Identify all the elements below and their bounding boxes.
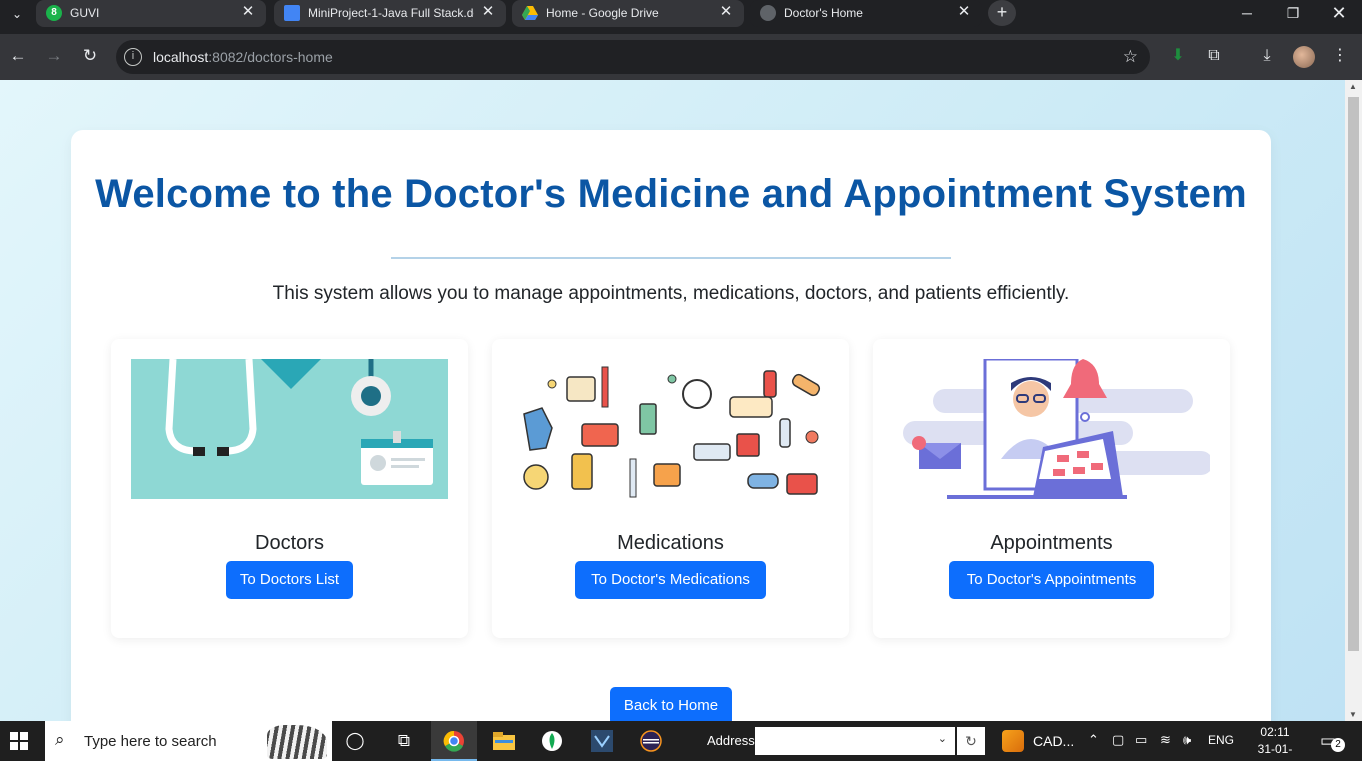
volume-icon[interactable]: 🕪 — [1183, 732, 1191, 748]
taskbar-search-box[interactable]: ⌕ Type here to search — [45, 721, 332, 761]
google-docs-icon — [284, 5, 300, 21]
cortana-icon[interactable]: ◯ — [332, 721, 378, 761]
taskbar-address-input[interactable]: ⌄ — [755, 727, 955, 755]
zebra-search-highlight-icon — [267, 725, 327, 759]
download-extension-icon[interactable]: ⬇ — [1167, 45, 1189, 67]
minimize-window-icon[interactable]: ─ — [1224, 0, 1270, 28]
appointments-card: Appointments To Doctor's Appointments — [873, 339, 1230, 638]
mongodb-compass-icon[interactable] — [529, 721, 575, 761]
new-tab-button[interactable]: + — [988, 0, 1016, 26]
stethoscope-illustration-icon — [131, 359, 448, 499]
system-clock[interactable]: 02:11 31-01-2025 — [1245, 724, 1305, 761]
tab-miniproject-doc[interactable]: MiniProject-1-Java Full Stack.do ✕ — [274, 0, 506, 27]
scrollbar-thumb[interactable] — [1348, 97, 1359, 651]
doctors-card: Doctors To Doctors List — [111, 339, 468, 638]
tab-guvi[interactable]: 8 GUVI ✕ — [36, 0, 266, 27]
main-container: Welcome to the Doctor's Medicine and App… — [71, 130, 1271, 721]
tab-title: MiniProject-1-Java Full Stack.do — [308, 6, 474, 20]
tab-title: GUVI — [70, 6, 100, 20]
address-refresh-icon[interactable]: ↻ — [957, 727, 985, 755]
chrome-taskbar-icon[interactable] — [431, 721, 477, 761]
file-explorer-icon[interactable] — [481, 721, 527, 761]
globe-icon — [760, 5, 776, 21]
back-to-home-button[interactable]: Back to Home — [610, 687, 732, 721]
tab-google-drive[interactable]: Home - Google Drive ✕ — [512, 0, 744, 27]
downloads-icon[interactable]: ⤓ — [1256, 45, 1278, 67]
browser-toolbar: ← → ↻ i localhost:8082/doctors-home ☆ ⬇ … — [0, 34, 1362, 80]
address-url[interactable]: localhost:8082/doctors-home — [153, 49, 333, 65]
doctor-calendar-illustration-icon — [893, 359, 1210, 499]
restore-window-icon[interactable]: ❐ — [1270, 0, 1316, 28]
language-indicator[interactable]: ENG — [1208, 733, 1234, 747]
appointments-heading: Appointments — [990, 532, 1113, 554]
to-doctors-list-button[interactable]: To Doctors List — [226, 561, 353, 599]
to-doctors-appointments-button[interactable]: To Doctor's Appointments — [949, 561, 1154, 599]
page-scrollbar[interactable]: ▲ ▼ — [1345, 80, 1362, 721]
title-divider — [391, 257, 951, 259]
medicine-pattern-illustration-icon — [512, 359, 829, 499]
google-drive-icon — [522, 5, 538, 21]
tab-title: Doctor's Home — [784, 6, 863, 20]
page-title: Welcome to the Doctor's Medicine and App… — [95, 172, 1247, 216]
extensions-puzzle-icon[interactable]: ⧉ — [1203, 45, 1225, 67]
page-viewport: Welcome to the Doctor's Medicine and App… — [0, 80, 1345, 721]
chevron-down-icon[interactable]: ⌄ — [938, 732, 947, 745]
url-host: localhost — [153, 49, 209, 65]
wifi-icon[interactable]: ≋ — [1160, 732, 1171, 748]
profile-avatar[interactable] — [1293, 46, 1315, 68]
to-doctors-medications-button[interactable]: To Doctor's Medications — [575, 561, 766, 599]
taskbar-address-label: Address — [707, 733, 755, 748]
windows-start-icon[interactable] — [10, 732, 28, 750]
notification-center-icon[interactable]: ▭ 2 — [1320, 731, 1345, 752]
tab-title: Home - Google Drive — [546, 6, 659, 20]
guvi-favicon-icon: 8 — [46, 5, 62, 21]
close-tab-icon[interactable]: ✕ — [718, 4, 734, 20]
clock-time: 02:11 — [1260, 725, 1290, 739]
bookmark-star-icon[interactable]: ☆ — [1123, 47, 1138, 67]
cad-app-label[interactable]: CAD... — [1033, 733, 1074, 749]
battery-icon[interactable]: ▭ — [1135, 732, 1147, 748]
meet-now-icon[interactable]: ▢ — [1112, 732, 1124, 748]
close-window-icon[interactable]: ✕ — [1316, 0, 1362, 28]
clock-date: 31-01-2025 — [1257, 742, 1293, 761]
show-hidden-icons-chevron-icon[interactable]: ⌃ — [1088, 732, 1099, 748]
windows-taskbar: ⌕ Type here to search ◯ ⧉ Address ⌄ ↻ CA… — [0, 721, 1362, 761]
forward-arrow-icon[interactable]: → — [42, 44, 66, 68]
eclipse-ide-icon[interactable] — [628, 721, 674, 761]
notification-count-badge: 2 — [1331, 738, 1345, 752]
page-subtitle: This system allows you to manage appoint… — [272, 283, 1070, 304]
scroll-down-arrow-icon[interactable]: ▼ — [1349, 710, 1357, 719]
close-tab-icon[interactable]: ✕ — [956, 4, 972, 20]
url-path: :8082/doctors-home — [208, 49, 333, 65]
medications-card: Medications To Doctor's Medications — [492, 339, 849, 638]
taskbar-search-placeholder: Type here to search — [84, 733, 217, 750]
scroll-up-arrow-icon[interactable]: ▲ — [1349, 82, 1357, 91]
back-arrow-icon[interactable]: ← — [6, 44, 30, 68]
tab-doctors-home[interactable]: Doctor's Home ✕ — [750, 0, 982, 27]
close-tab-icon[interactable]: ✕ — [480, 4, 496, 20]
chrome-menu-icon[interactable]: ⋮ — [1329, 45, 1351, 67]
address-bar[interactable]: i localhost:8082/doctors-home ☆ — [116, 40, 1150, 74]
task-view-icon[interactable]: ⧉ — [381, 721, 427, 761]
tab-search-chevron-icon[interactable]: ⌄ — [6, 4, 28, 24]
vscode-like-editor-icon[interactable] — [579, 721, 625, 761]
reload-icon[interactable]: ↻ — [78, 44, 102, 68]
tab-strip: ⌄ 8 GUVI ✕ MiniProject-1-Java Full Stack… — [0, 0, 1362, 34]
doctors-heading: Doctors — [255, 532, 324, 554]
close-tab-icon[interactable]: ✕ — [240, 4, 256, 20]
medications-heading: Medications — [617, 532, 724, 554]
cad-app-icon[interactable] — [1002, 730, 1024, 752]
search-icon: ⌕ — [55, 730, 65, 749]
site-info-icon[interactable]: i — [124, 48, 142, 66]
